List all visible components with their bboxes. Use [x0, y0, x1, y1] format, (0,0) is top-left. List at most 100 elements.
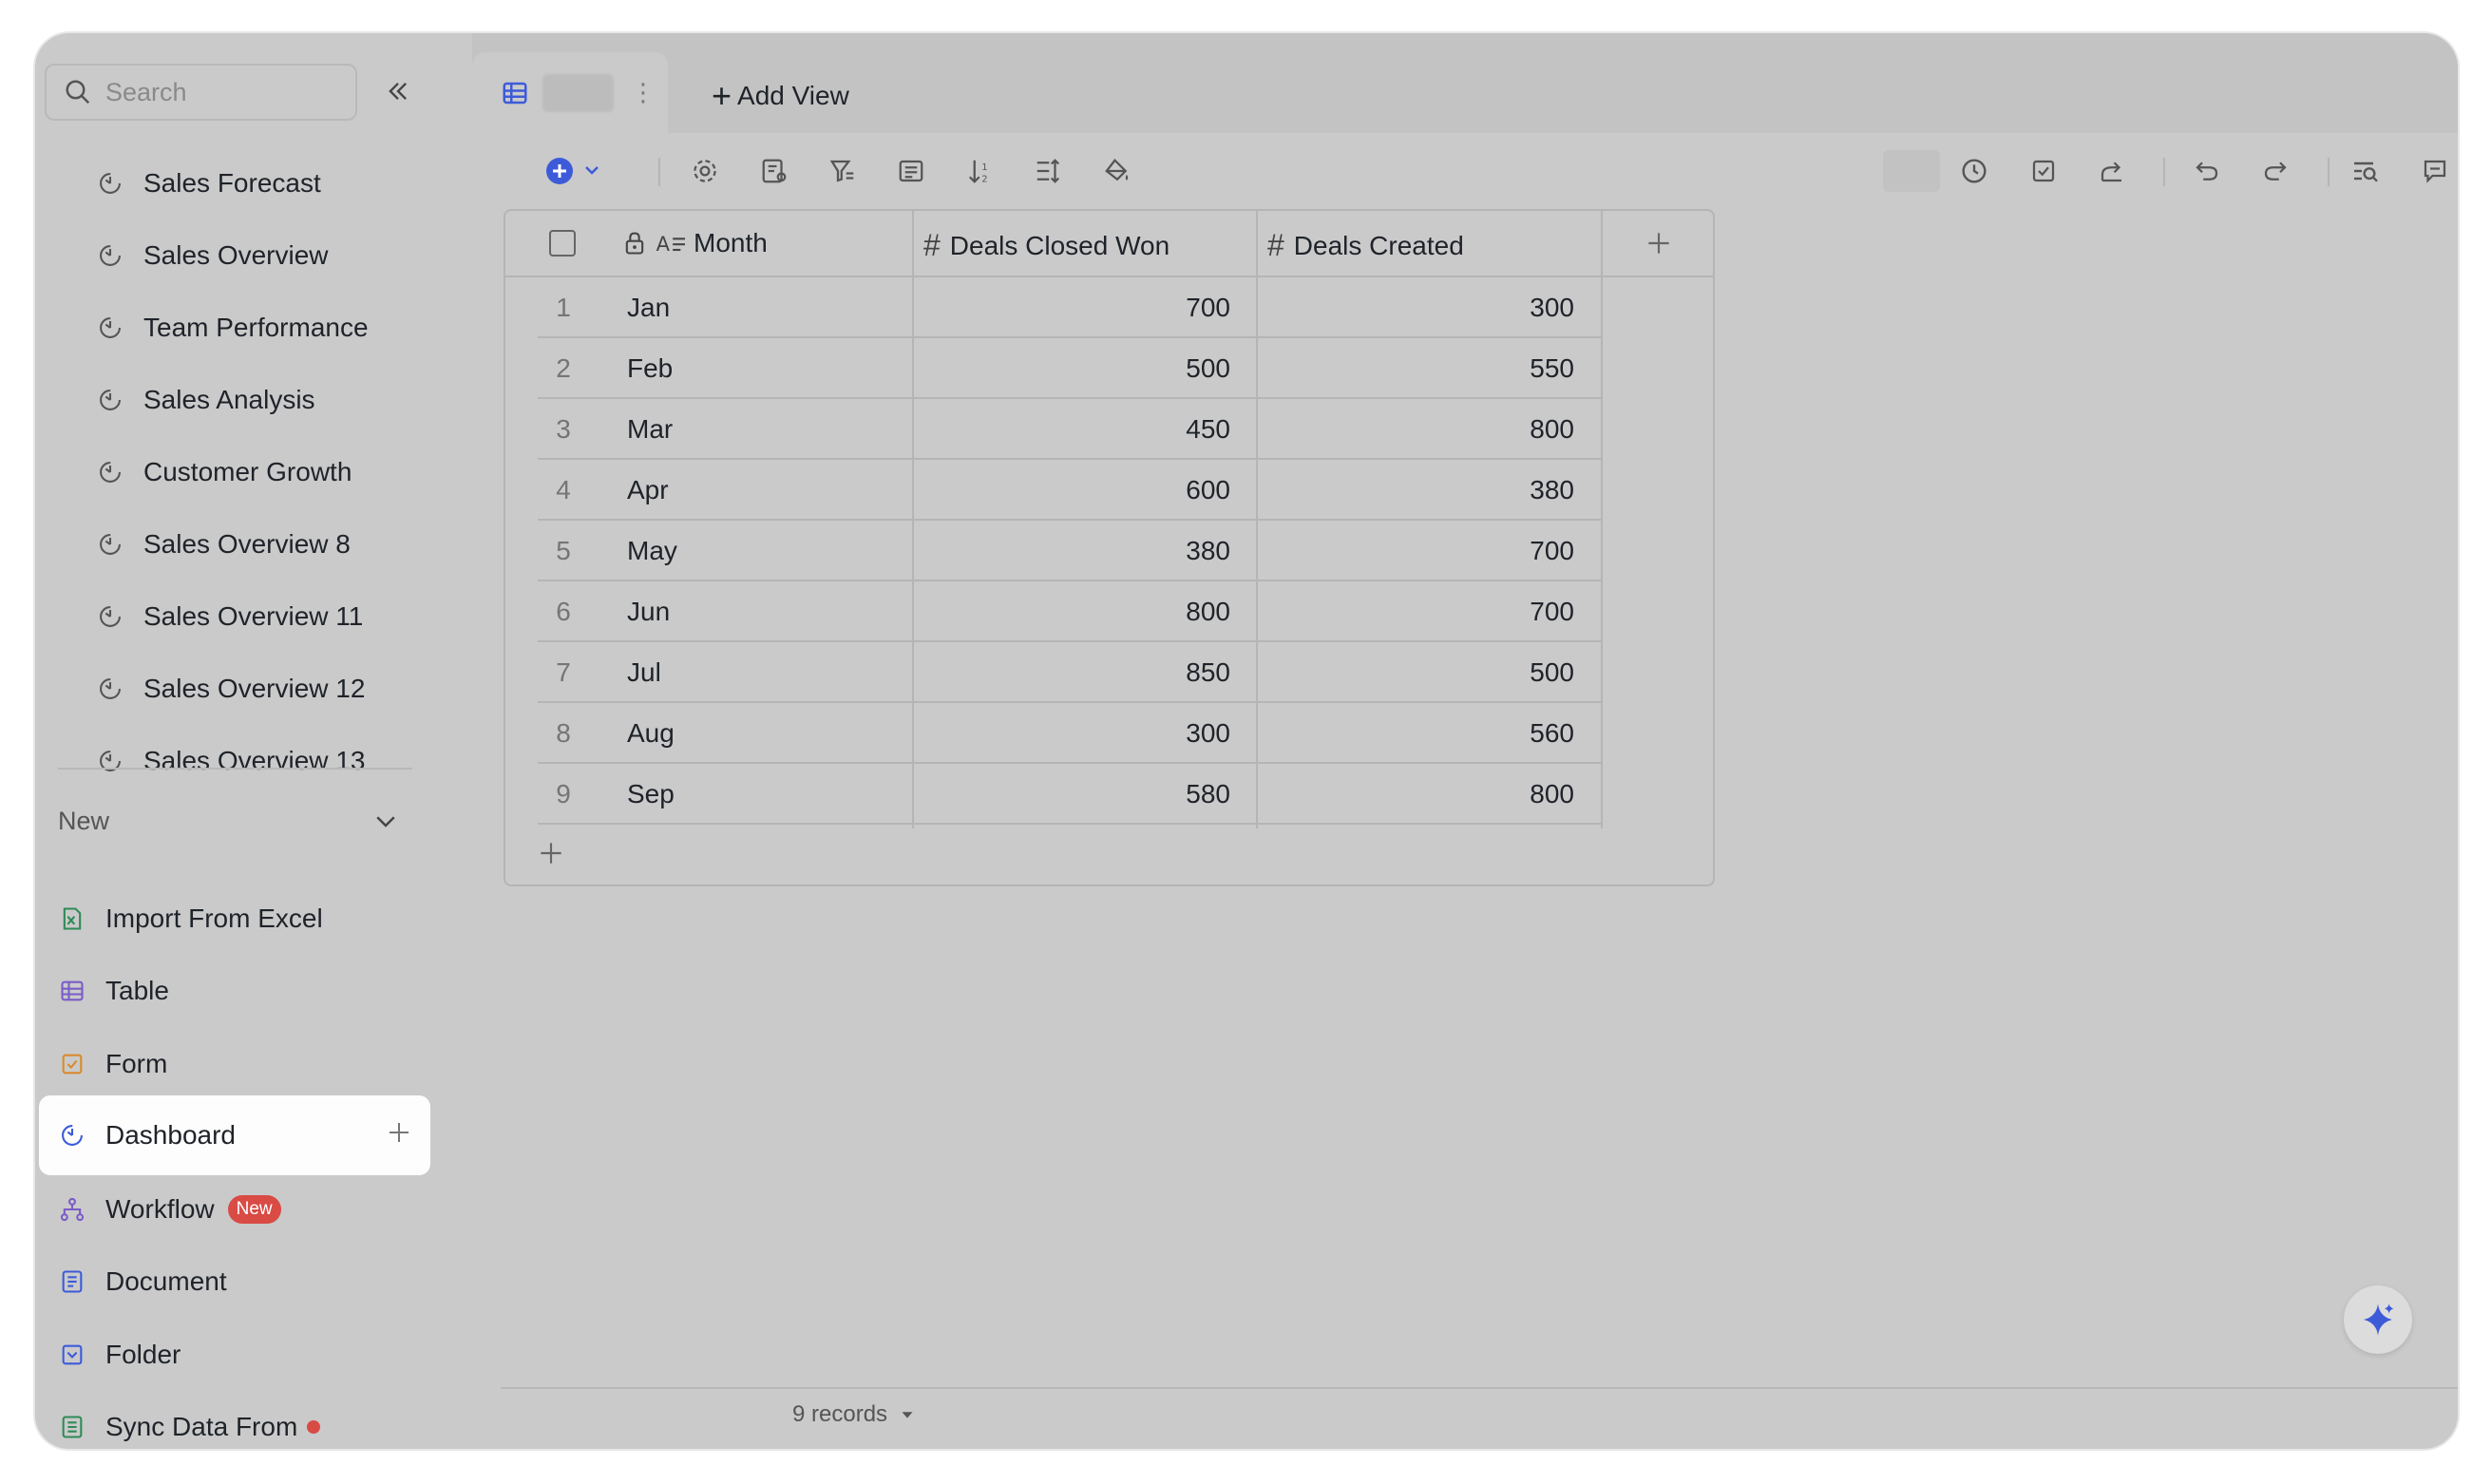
cell-deals-created[interactable]: 700	[1256, 536, 1574, 566]
dashboard-icon	[96, 530, 124, 559]
table-row[interactable]: 3 Mar 450 800	[505, 399, 1603, 460]
sidebar-new-import-from-excel[interactable]: Import From Excel	[58, 888, 409, 949]
row-number: 5	[556, 536, 571, 565]
sidebar-item-dashboard[interactable]: Sales Overview 8	[96, 516, 351, 573]
filter-icon[interactable]	[826, 154, 860, 188]
cell-month[interactable]: Jun	[627, 597, 670, 627]
undo-icon[interactable]	[2190, 154, 2224, 188]
cell-deals-closed-won[interactable]: 380	[912, 536, 1230, 566]
sidebar-new-dashboard[interactable]: Dashboard	[39, 1095, 430, 1175]
table-row[interactable]: 4 Apr 600 380	[505, 460, 1603, 521]
redo-icon[interactable]	[2258, 154, 2292, 188]
table-row[interactable]: 6 Jun 800 700	[505, 581, 1603, 642]
sort-icon[interactable]: 12	[963, 154, 998, 188]
cell-deals-closed-won[interactable]: 450	[912, 414, 1230, 445]
column-header-month[interactable]: A Month	[621, 228, 768, 258]
table-row[interactable]: 1 Jan 700 300	[505, 277, 1603, 338]
cell-deals-created[interactable]: 560	[1256, 718, 1574, 749]
cell-deals-created[interactable]: 500	[1256, 657, 1574, 688]
sidebar-item-label: Sales Overview	[143, 240, 329, 270]
search-records-icon[interactable]	[2348, 154, 2383, 188]
history-icon[interactable]	[1957, 154, 1991, 188]
table-row[interactable]: 2 Feb 500 550	[505, 338, 1603, 399]
field-settings-icon[interactable]	[757, 154, 791, 188]
group-icon[interactable]	[894, 154, 928, 188]
add-view-label: Add View	[737, 81, 849, 110]
cell-month[interactable]: Jul	[627, 657, 661, 688]
table-row[interactable]: 5 May 380 700	[505, 521, 1603, 581]
new-section-header[interactable]: New	[58, 799, 400, 843]
collapse-sidebar-icon[interactable]	[382, 75, 414, 107]
sidebar-item-dashboard[interactable]: Sales Overview 13	[96, 732, 365, 790]
table-row[interactable]: 9 Sep 580 800	[505, 764, 1603, 825]
sidebar-new-workflow[interactable]: Workflow New	[58, 1179, 409, 1240]
sidebar-item-dashboard[interactable]: Team Performance	[96, 299, 369, 356]
cell-month[interactable]: Feb	[627, 353, 673, 384]
cell-deals-created[interactable]: 800	[1256, 779, 1574, 809]
table-row[interactable]: 7 Jul 850 500	[505, 642, 1603, 703]
cell-deals-closed-won[interactable]: 600	[912, 475, 1230, 505]
sidebar-new-form[interactable]: Form	[58, 1034, 409, 1094]
sidebar-item-dashboard[interactable]: Sales Overview	[96, 227, 329, 284]
cell-deals-created[interactable]: 300	[1256, 293, 1574, 323]
cell-month[interactable]: Jan	[627, 293, 670, 323]
footer-divider	[501, 1387, 2458, 1389]
sidebar-item-dashboard[interactable]: Sales Forecast	[96, 155, 321, 212]
sidebar-item-dashboard[interactable]: Sales Analysis	[96, 371, 315, 428]
plus-icon	[541, 843, 561, 864]
share-icon[interactable]	[2095, 154, 2129, 188]
task-check-icon[interactable]	[2026, 154, 2061, 188]
sidebar-item-dashboard[interactable]: Sales Overview 11	[96, 588, 363, 645]
table-icon	[58, 977, 86, 1005]
cell-deals-created[interactable]: 380	[1256, 475, 1574, 505]
dashboard-icon	[96, 314, 124, 342]
cell-deals-closed-won[interactable]: 300	[912, 718, 1230, 749]
add-column-button[interactable]	[1603, 211, 1715, 277]
table-row[interactable]: 8 Aug 300 560	[505, 703, 1603, 764]
cell-deals-closed-won[interactable]: 580	[912, 779, 1230, 809]
tab-more-icon[interactable]: ⋮	[631, 78, 656, 107]
sidebar-item-label: Team Performance	[143, 313, 369, 342]
cell-deals-created[interactable]: 700	[1256, 597, 1574, 627]
sidebar-new-sync-data-from[interactable]: Sync Data From	[58, 1397, 409, 1449]
column-header-deals-created[interactable]: # Deals Created	[1267, 228, 1464, 263]
search-box[interactable]: Search	[45, 64, 357, 121]
sidebar-new-folder[interactable]: Folder	[58, 1324, 409, 1385]
row-number: 1	[556, 293, 571, 322]
ai-assistant-button[interactable]	[2344, 1285, 2412, 1354]
sidebar-item-dashboard[interactable]: Sales Overview 12	[96, 660, 365, 717]
add-dashboard-icon[interactable]	[385, 1118, 413, 1153]
settings-icon[interactable]	[688, 154, 722, 188]
cell-deals-closed-won[interactable]: 700	[912, 293, 1230, 323]
new-badge: New	[227, 1195, 281, 1224]
add-record-button[interactable]	[544, 154, 611, 188]
row-number: 7	[556, 657, 571, 687]
cell-deals-created[interactable]: 800	[1256, 414, 1574, 445]
cell-month[interactable]: Mar	[627, 414, 673, 445]
dashboard-icon	[96, 747, 124, 775]
cell-month[interactable]: Aug	[627, 718, 675, 749]
records-count[interactable]: 9 records	[792, 1401, 918, 1428]
sidebar-item-dashboard[interactable]: Customer Growth	[96, 444, 352, 501]
search-input[interactable]: Search	[105, 78, 187, 107]
sidebar-new-table[interactable]: Table	[58, 961, 409, 1021]
cell-deals-closed-won[interactable]: 800	[912, 597, 1230, 627]
sidebar-item-label: Sales Overview 12	[143, 674, 366, 703]
cell-month[interactable]: May	[627, 536, 677, 566]
plus-icon: +	[712, 76, 732, 115]
comment-icon[interactable]	[2418, 154, 2452, 188]
cell-month[interactable]: Sep	[627, 779, 675, 809]
tab-grid-view[interactable]: ⋮	[472, 52, 668, 133]
cell-deals-closed-won[interactable]: 500	[912, 353, 1230, 384]
column-header-deals-closed-won[interactable]: # Deals Closed Won	[923, 228, 1169, 263]
select-all-checkbox[interactable]	[549, 230, 576, 257]
sidebar-new-document[interactable]: Document	[58, 1251, 409, 1312]
cell-deals-closed-won[interactable]: 850	[912, 657, 1230, 688]
cell-month[interactable]: Apr	[627, 475, 669, 505]
fill-color-icon[interactable]	[1100, 154, 1134, 188]
cell-deals-created[interactable]: 550	[1256, 353, 1574, 384]
add-row-button[interactable]	[536, 838, 566, 873]
deals-closed-won-column-label: Deals Closed Won	[949, 230, 1170, 260]
add-view-button[interactable]: + Add View	[712, 76, 849, 116]
row-height-icon[interactable]	[1031, 154, 1065, 188]
